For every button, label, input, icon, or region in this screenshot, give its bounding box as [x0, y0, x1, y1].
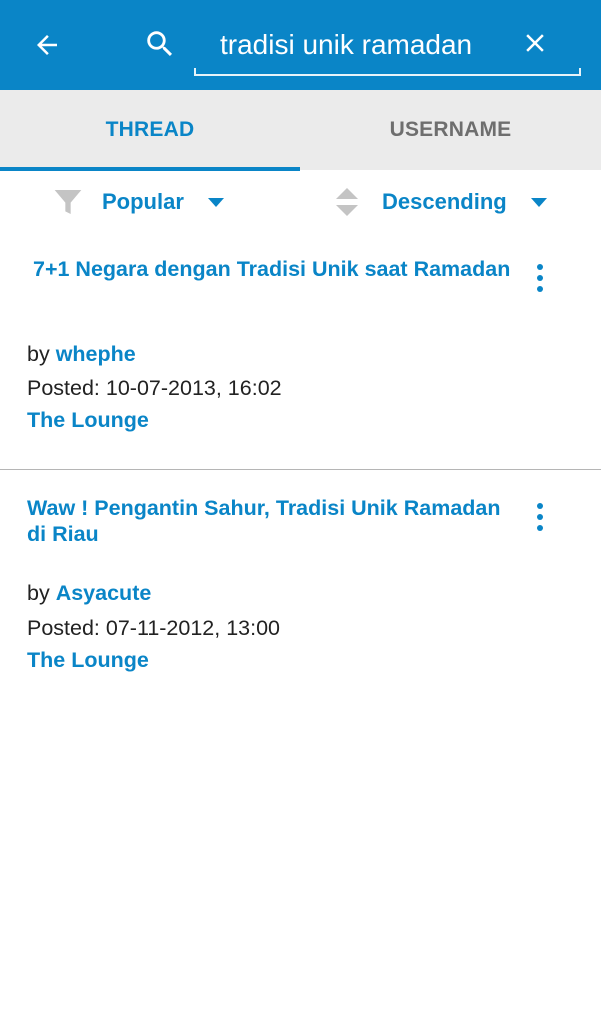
thread-author-line: by Asyacute [27, 579, 151, 607]
search-icon [138, 22, 182, 66]
clear-search-button[interactable] [512, 20, 558, 66]
author-link[interactable]: whephe [56, 342, 136, 366]
sort-order-label: Descending [382, 189, 507, 214]
back-button[interactable] [22, 20, 72, 70]
arrow-left-icon [37, 35, 57, 55]
forum-link[interactable]: The Lounge [27, 406, 149, 434]
sort-bar: Popular Descending [0, 172, 601, 232]
tab-username[interactable]: USERNAME [300, 90, 601, 170]
thread-author-line: by whephe [27, 340, 136, 368]
funnel-icon [54, 190, 82, 214]
thread-posted-date: Posted: 07-11-2012, 13:00 [27, 616, 281, 640]
sort-filter-dropdown[interactable]: Popular [52, 184, 224, 220]
chevron-down-icon [207, 197, 224, 207]
sort-filter-label: Popular [102, 189, 184, 214]
active-tab-indicator [0, 167, 300, 171]
more-options-icon[interactable] [525, 258, 555, 298]
search-type-tabs: THREAD USERNAME [0, 90, 601, 170]
thread-title[interactable]: Waw ! Pengantin Sahur, Tradisi Unik Rama… [27, 495, 517, 547]
thread-title[interactable]: 7+1 Negara dengan Tradisi Unik saat Rama… [27, 256, 517, 282]
chevron-down-icon [530, 197, 547, 207]
search-input[interactable] [195, 22, 505, 68]
more-options-icon[interactable] [525, 497, 555, 537]
forum-link[interactable]: The Lounge [27, 646, 149, 674]
close-icon [526, 34, 544, 52]
thread-posted-date: Posted: 10-07-2013, 16:02 [27, 376, 282, 400]
sort-order-dropdown[interactable]: Descending [334, 184, 547, 220]
sort-icon [336, 188, 358, 216]
list-divider [0, 469, 601, 470]
author-link[interactable]: Asyacute [56, 581, 152, 605]
app-bar [0, 0, 601, 90]
search-input-underline [194, 68, 581, 76]
by-label: by [27, 581, 50, 605]
by-label: by [27, 342, 50, 366]
tab-thread[interactable]: THREAD [0, 90, 300, 170]
